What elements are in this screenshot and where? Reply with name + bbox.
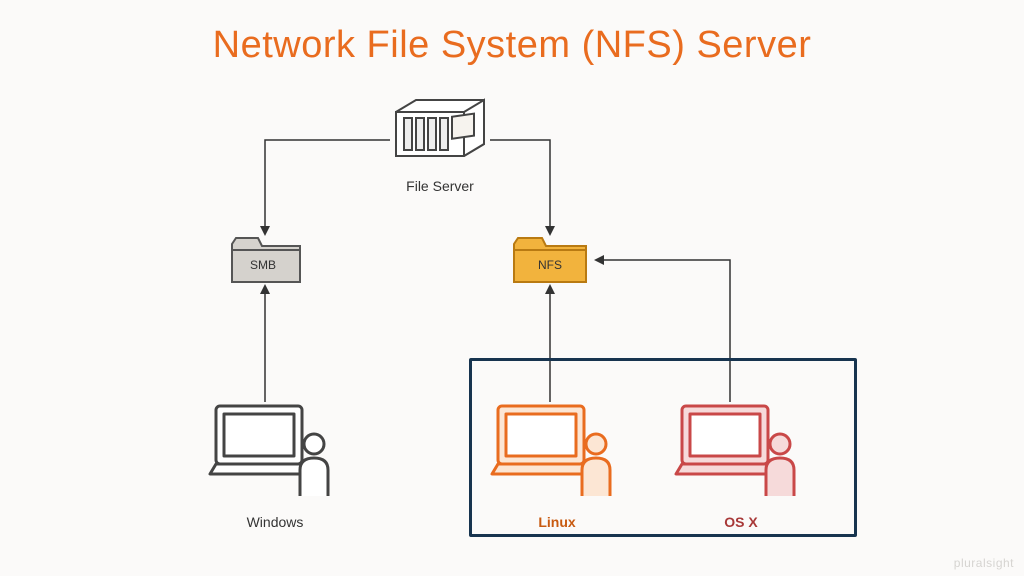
osx-client-icon [676,400,806,510]
nfs-label: NFS [538,258,562,272]
linux-client-icon [492,400,622,510]
smb-label: SMB [250,258,276,272]
watermark: pluralsight [954,556,1014,570]
linux-label: Linux [492,514,622,530]
file-server-label: File Server [365,178,515,194]
windows-client-icon [210,400,340,510]
diagram-canvas: Network File System (NFS) Server [0,0,1024,576]
windows-label: Windows [210,514,340,530]
osx-label: OS X [676,514,806,530]
file-server-icon [386,96,494,174]
